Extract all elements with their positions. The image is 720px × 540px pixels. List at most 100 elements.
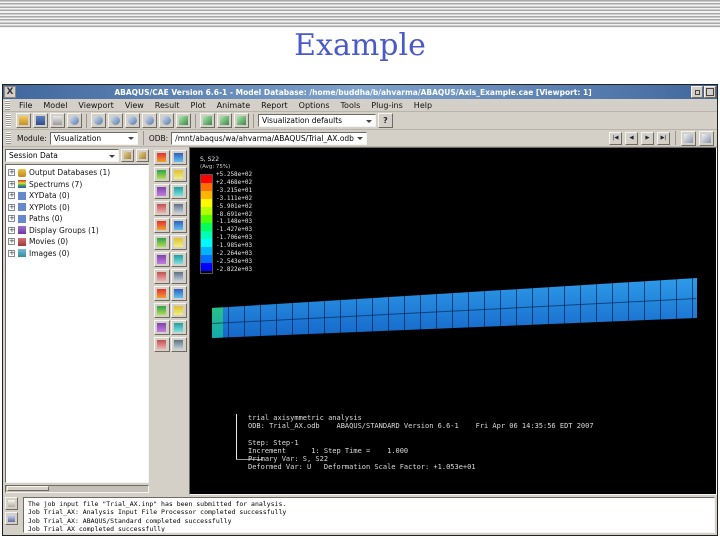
toolbox-tool-button[interactable] — [153, 150, 170, 165]
toolbox-tool-button[interactable] — [153, 184, 170, 199]
menu-plugins[interactable]: Plug-ins — [366, 100, 408, 111]
message-line: The job input file "Trial_AX.inp" has be… — [28, 500, 287, 508]
toolbox-tool-icon — [174, 289, 183, 298]
tree-item-movies[interactable]: + Movies (0) — [8, 237, 146, 246]
command-line-tab[interactable] — [5, 512, 18, 525]
render-wireframe-button[interactable] — [200, 113, 215, 128]
toolbox-tool-button[interactable] — [153, 269, 170, 284]
menu-result[interactable]: Result — [150, 100, 185, 111]
toolbox-tool-button[interactable] — [153, 201, 170, 216]
message-log[interactable]: The job input file "Trial_AX.inp" has be… — [23, 497, 715, 533]
toolbox-tool-button[interactable] — [170, 286, 187, 301]
toolbox-tool-button[interactable] — [153, 252, 170, 267]
open-database-button[interactable] — [33, 113, 48, 128]
toolbox-tool-button[interactable] — [170, 184, 187, 199]
auto-fit-view-button[interactable] — [159, 113, 174, 128]
toolbar-drag-handle[interactable] — [6, 113, 11, 128]
minimize-button[interactable] — [691, 86, 703, 98]
toolbox-tool-button[interactable] — [153, 167, 170, 182]
maximize-button[interactable] — [704, 86, 716, 98]
toolbox-tool-button[interactable] — [153, 218, 170, 233]
legend-band — [201, 255, 212, 263]
viewport-canvas[interactable]: S, S22 (Avg: 75%) +5.258e+02 +2.468e+02 -3… — [189, 147, 717, 495]
spectrum-icon — [18, 180, 26, 188]
toolbox-tool-icon — [174, 170, 183, 179]
toolbox-tool-button[interactable] — [170, 303, 187, 318]
annotation-increment-line: Increment 1: Step Time = 1.000 — [248, 446, 409, 455]
save-database-button[interactable] — [50, 113, 65, 128]
menu-tools[interactable]: Tools — [336, 100, 366, 111]
menu-file[interactable]: File — [14, 100, 37, 111]
toolbox-tool-button[interactable] — [170, 218, 187, 233]
tree-selector-combo[interactable]: Session Data — [5, 149, 119, 162]
render-hidden-button[interactable] — [217, 113, 232, 128]
expand-icon[interactable]: + — [8, 215, 15, 222]
module-combo[interactable]: Visualization — [49, 131, 138, 145]
pan-view-button[interactable] — [108, 113, 123, 128]
expand-icon[interactable]: + — [8, 203, 15, 211]
tree-horizontal-scrollbar[interactable] — [5, 485, 149, 493]
viewport-settings-button[interactable] — [699, 130, 714, 146]
toolbox-tool-button[interactable] — [170, 150, 187, 165]
previous-frame-button[interactable]: ◀ — [625, 131, 638, 145]
contextbar-drag-handle[interactable] — [6, 131, 11, 145]
toolbox-tool-button[interactable] — [153, 320, 170, 335]
toolbox-tool-button[interactable] — [170, 201, 187, 216]
menu-options[interactable]: Options — [294, 100, 335, 111]
toolbox-tool-button[interactable] — [170, 269, 187, 284]
color-code-combo[interactable]: Visualization defaults — [258, 114, 376, 127]
toolbox-tool-button[interactable] — [170, 320, 187, 335]
cycle-views-button[interactable] — [176, 113, 191, 128]
toolbox-tool-button[interactable] — [153, 337, 170, 352]
toolbox-tool-button[interactable] — [153, 286, 170, 301]
toolbox-tool-button[interactable] — [153, 235, 170, 250]
menu-plot[interactable]: Plot — [186, 100, 211, 111]
tree-collapse-button[interactable] — [136, 149, 149, 162]
tree-item-xyplots[interactable]: + XYPlots (0) — [8, 203, 146, 212]
window-menu-icon[interactable]: X — [4, 86, 16, 98]
tree-filter-button[interactable] — [121, 149, 134, 162]
rotate-view-button[interactable] — [91, 113, 106, 128]
tree-item-paths[interactable]: + Paths (0) — [8, 214, 146, 223]
context-help-button[interactable]: ? — [378, 113, 393, 128]
message-area-tab[interactable] — [5, 497, 18, 510]
tree-item-display-groups[interactable]: + Display Groups (1) — [8, 226, 146, 235]
magnify-view-button[interactable] — [125, 113, 140, 128]
toolbox-tool-button[interactable] — [170, 235, 187, 250]
expand-icon[interactable]: + — [8, 169, 15, 176]
menu-animate[interactable]: Animate — [212, 100, 256, 111]
toolbox-tool-button[interactable] — [170, 252, 187, 267]
menu-model[interactable]: Model — [38, 100, 72, 111]
toolbox-tool-icon — [174, 238, 183, 247]
toolbox-tool-button[interactable] — [170, 337, 187, 352]
zoom-box-button[interactable] — [142, 113, 157, 128]
scrollbar-thumb[interactable] — [7, 486, 49, 491]
first-frame-button[interactable]: |◀ — [609, 131, 622, 145]
snapshot-button[interactable] — [681, 130, 696, 146]
menu-report[interactable]: Report — [256, 100, 293, 111]
window-titlebar[interactable]: X ABAQUS/CAE Version 6.6-1 - Model Datab… — [3, 85, 717, 99]
annotation-primary-var-line: Primary Var: S, S22 — [248, 455, 329, 463]
legend-value: -5.901e+02 — [216, 202, 253, 210]
render-shaded-button[interactable] — [234, 113, 249, 128]
toolbox-tool-button[interactable] — [153, 303, 170, 318]
menu-view[interactable]: View — [120, 100, 149, 111]
play-animation-button[interactable]: ▶ — [641, 131, 654, 145]
new-database-button[interactable] — [16, 113, 31, 128]
menubar-drag-handle[interactable] — [5, 100, 10, 110]
tree-item-images[interactable]: + Images (0) — [8, 249, 146, 258]
expand-icon[interactable]: + — [8, 238, 15, 245]
last-frame-button[interactable]: ▶| — [657, 131, 670, 145]
menu-help[interactable]: Help — [409, 100, 437, 111]
expand-icon[interactable]: + — [8, 249, 15, 257]
toolbox-tool-button[interactable] — [170, 167, 187, 182]
expand-icon[interactable]: + — [8, 192, 15, 199]
tree-item-spectrums[interactable]: + Spectrums (7) — [8, 180, 146, 189]
print-button[interactable] — [67, 113, 82, 128]
expand-icon[interactable]: + — [8, 180, 15, 188]
odb-combo[interactable]: /mnt/abaqus/wa/ahvarma/ABAQUS/Trial_AX.o… — [171, 131, 368, 145]
tree-item-output-databases[interactable]: + Output Databases (1) — [8, 168, 146, 177]
tree-item-xydata[interactable]: + XYData (0) — [8, 191, 146, 200]
menu-viewport[interactable]: Viewport — [73, 100, 118, 111]
expand-icon[interactable]: + — [8, 226, 15, 234]
